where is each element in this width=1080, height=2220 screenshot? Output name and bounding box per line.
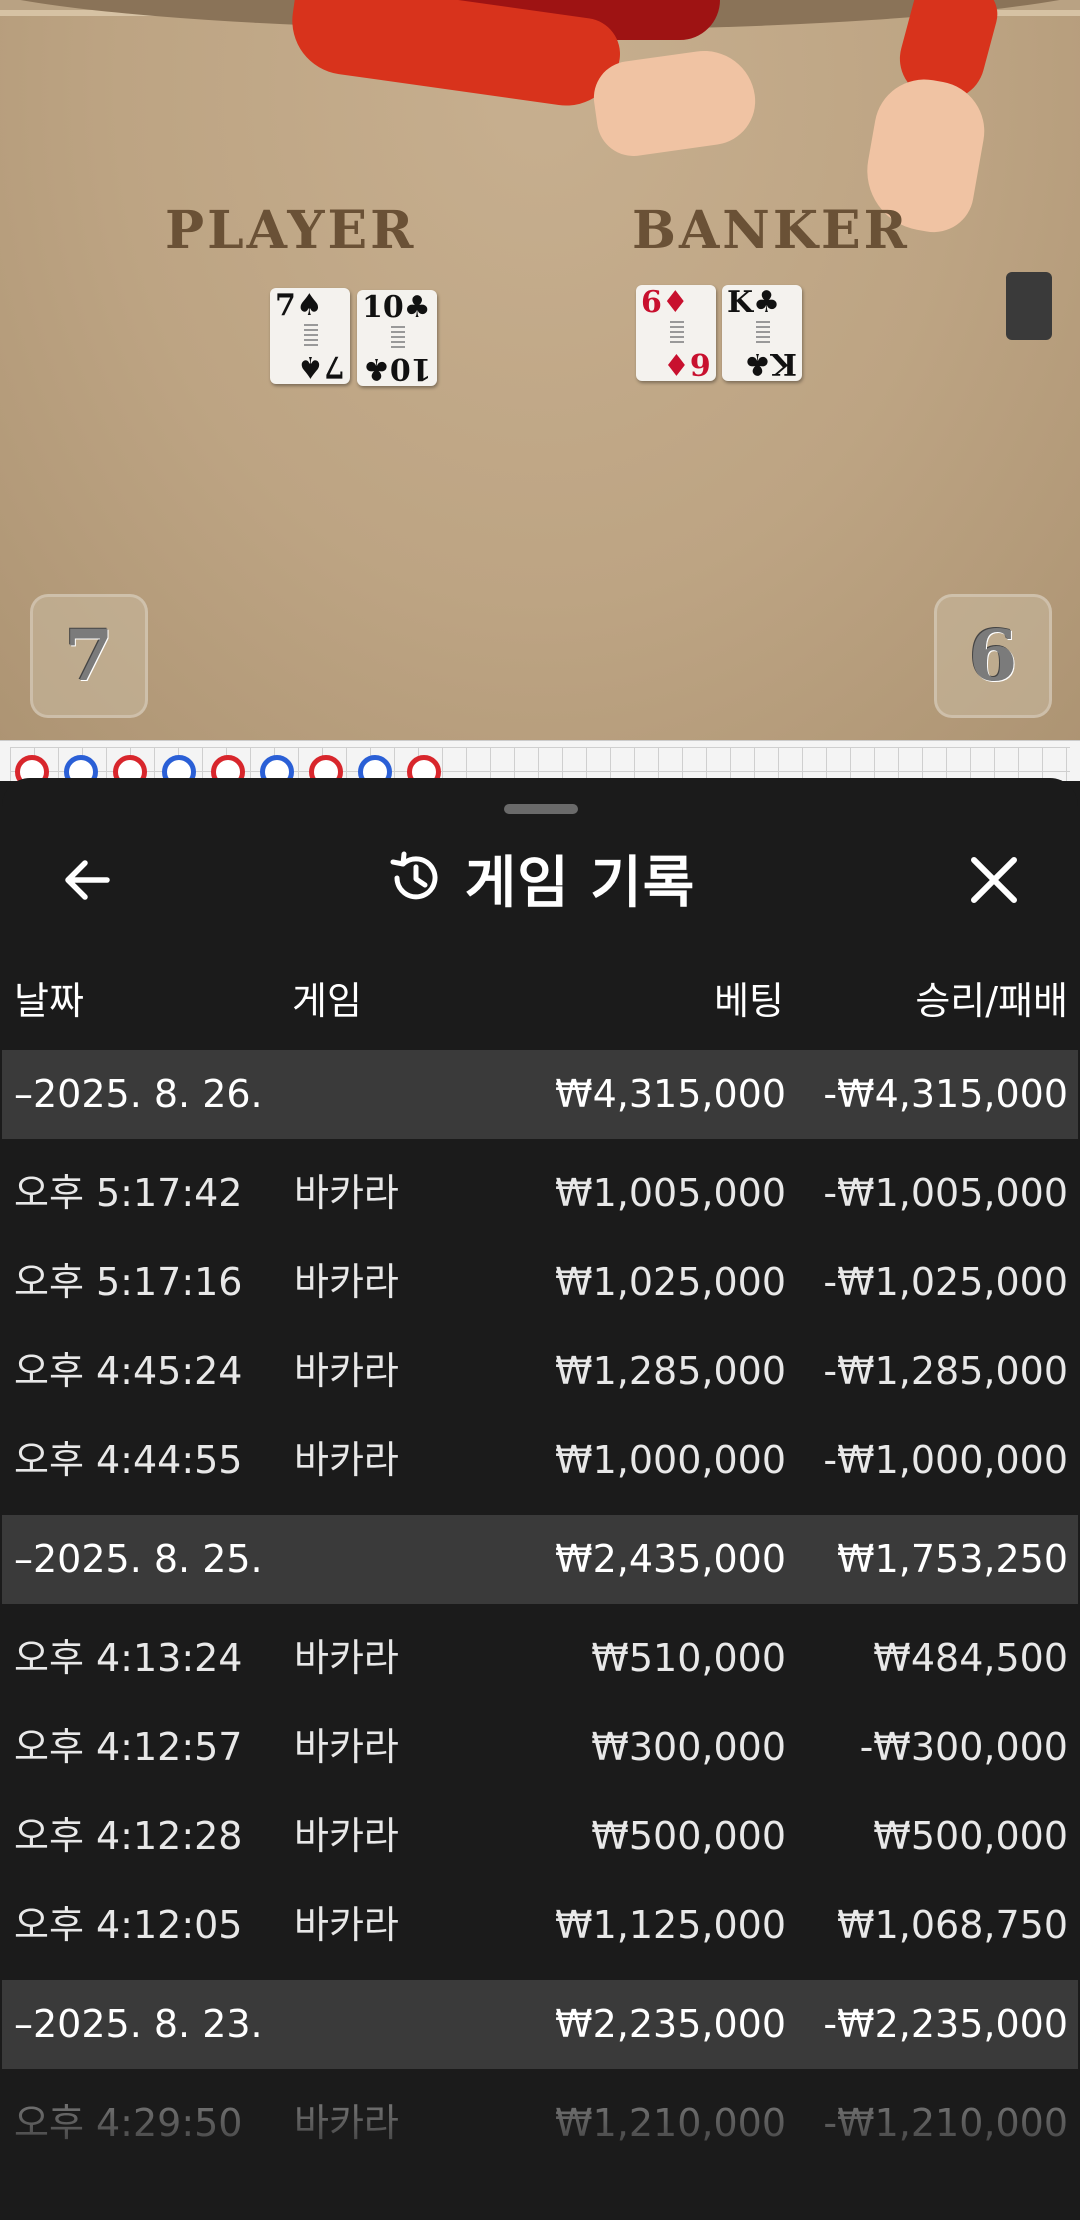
row-time: 오후 4:45:24 [14,1349,243,1393]
player-label: PLAYER [165,200,417,261]
row-time: 오후 4:12:05 [14,1903,243,1947]
history-row[interactable]: 오후 4:44:55 바카라 ₩1,000,000 -₩1,000,000 [2,1416,1078,1505]
list-fade-overlay [2,2098,1078,2220]
player-card-2: 10♣ 10♣ [357,290,437,386]
group-bet-total: ₩2,235,000 [555,2002,786,2046]
history-row[interactable]: 오후 4:12:57 바카라 ₩300,000 -₩300,000 [2,1703,1078,1792]
row-bet: ₩1,285,000 [555,1349,786,1393]
history-list[interactable]: –2025. 8. 26. ₩4,315,000 -₩4,315,000 오후 5:1… [2,1050,1078,2178]
history-row[interactable]: 오후 4:13:24 바카라 ₩510,000 ₩484,500 [2,1614,1078,1703]
row-time: 오후 5:17:16 [14,1260,243,1304]
close-icon [971,857,1017,903]
history-icon [390,851,438,900]
row-time: 오후 5:17:42 [14,1171,243,1215]
group-bet-total: ₩2,435,000 [555,1537,786,1581]
row-result: ₩484,500 [873,1636,1068,1680]
row-result: -₩300,000 [859,1725,1068,1769]
banker-card-1: 6♦ 6♦ [636,285,716,381]
sheet-header: 게임 기록 [2,840,1078,916]
group-result-total: -₩4,315,000 [823,1072,1068,1116]
date-group-row[interactable]: –2025. 8. 26. ₩4,315,000 -₩4,315,000 [2,1050,1078,1139]
live-video-feed: PLAYER BANKER 7♠ 7♠ 10♣ 10♣ 6♦ 6♦ K♣ K♣ … [0,0,1080,740]
history-row[interactable]: 오후 4:12:05 바카라 ₩1,125,000 ₩1,068,750 [2,1881,1078,1970]
banker-card-2: K♣ K♣ [722,285,802,381]
row-game: 바카라 [294,1260,399,1304]
row-result: ₩500,000 [873,1814,1068,1858]
column-headers: 날짜 게임 베팅 승리/패배 [2,970,1078,1023]
group-date: –2025. 8. 25. [14,1537,263,1581]
game-history-sheet: 게임 기록 날짜 게임 베팅 승리/패배 –2025. 8. 26. ₩4,315… [2,778,1078,2220]
roadmap-strip[interactable] [0,740,1080,789]
row-bet: ₩510,000 [591,1636,786,1680]
history-row[interactable]: 오후 4:45:24 바카라 ₩1,285,000 -₩1,285,000 [2,1327,1078,1416]
group-result-total: -₩2,235,000 [823,2002,1068,2046]
col-game-header: 게임 [292,979,362,1023]
row-game: 바카라 [294,1725,399,1769]
sheet-drag-handle[interactable] [504,804,578,814]
row-result: -₩1,000,000 [823,1438,1068,1482]
row-game: 바카라 [294,1814,399,1858]
row-game: 바카라 [294,1349,399,1393]
player-card-1: 7♠ 7♠ [270,288,350,384]
row-result: -₩1,025,000 [823,1260,1068,1304]
row-game: 바카라 [294,1636,399,1680]
history-row[interactable]: 오후 4:12:28 바카라 ₩500,000 ₩500,000 [2,1792,1078,1881]
row-result: -₩1,285,000 [823,1349,1068,1393]
row-time: 오후 4:12:28 [14,1814,243,1858]
group-bet-total: ₩4,315,000 [555,1072,786,1116]
row-time: 오후 4:44:55 [14,1438,243,1482]
row-result: ₩1,068,750 [837,1903,1068,1947]
row-bet: ₩1,005,000 [555,1171,786,1215]
row-time: 오후 4:13:24 [14,1636,243,1680]
history-row[interactable]: 오후 5:17:16 바카라 ₩1,025,000 -₩1,025,000 [2,1238,1078,1327]
date-group-row[interactable]: –2025. 8. 25. ₩2,435,000 ₩1,753,250 [2,1515,1078,1604]
group-result-total: ₩1,753,250 [837,1537,1068,1581]
row-bet: ₩1,125,000 [555,1903,786,1947]
close-button[interactable] [964,850,1024,910]
row-bet: ₩300,000 [591,1725,786,1769]
row-result: -₩1,005,000 [823,1171,1068,1215]
row-bet: ₩500,000 [591,1814,786,1858]
row-game: 바카라 [294,1171,399,1215]
player-score: 7 [30,594,148,718]
history-row[interactable]: 오후 5:17:42 바카라 ₩1,005,000 -₩1,005,000 [2,1149,1078,1238]
banker-label: BANKER [632,200,910,261]
col-date-header: 날짜 [14,979,84,1023]
row-game: 바카라 [294,1903,399,1947]
row-game: 바카라 [294,1438,399,1482]
banker-score: 6 [934,594,1052,718]
col-bet-header: 베팅 [714,979,784,1023]
group-date: –2025. 8. 26. [14,1072,263,1116]
group-date: –2025. 8. 23. [14,2002,263,2046]
row-bet: ₩1,025,000 [555,1260,786,1304]
col-result-header: 승리/패배 [915,979,1068,1023]
row-time: 오후 4:12:57 [14,1725,243,1769]
card-shoe [1006,272,1052,340]
date-group-row[interactable]: –2025. 8. 23. ₩2,235,000 -₩2,235,000 [2,1980,1078,2069]
row-bet: ₩1,000,000 [555,1438,786,1482]
sheet-title: 게임 기록 [464,850,696,916]
